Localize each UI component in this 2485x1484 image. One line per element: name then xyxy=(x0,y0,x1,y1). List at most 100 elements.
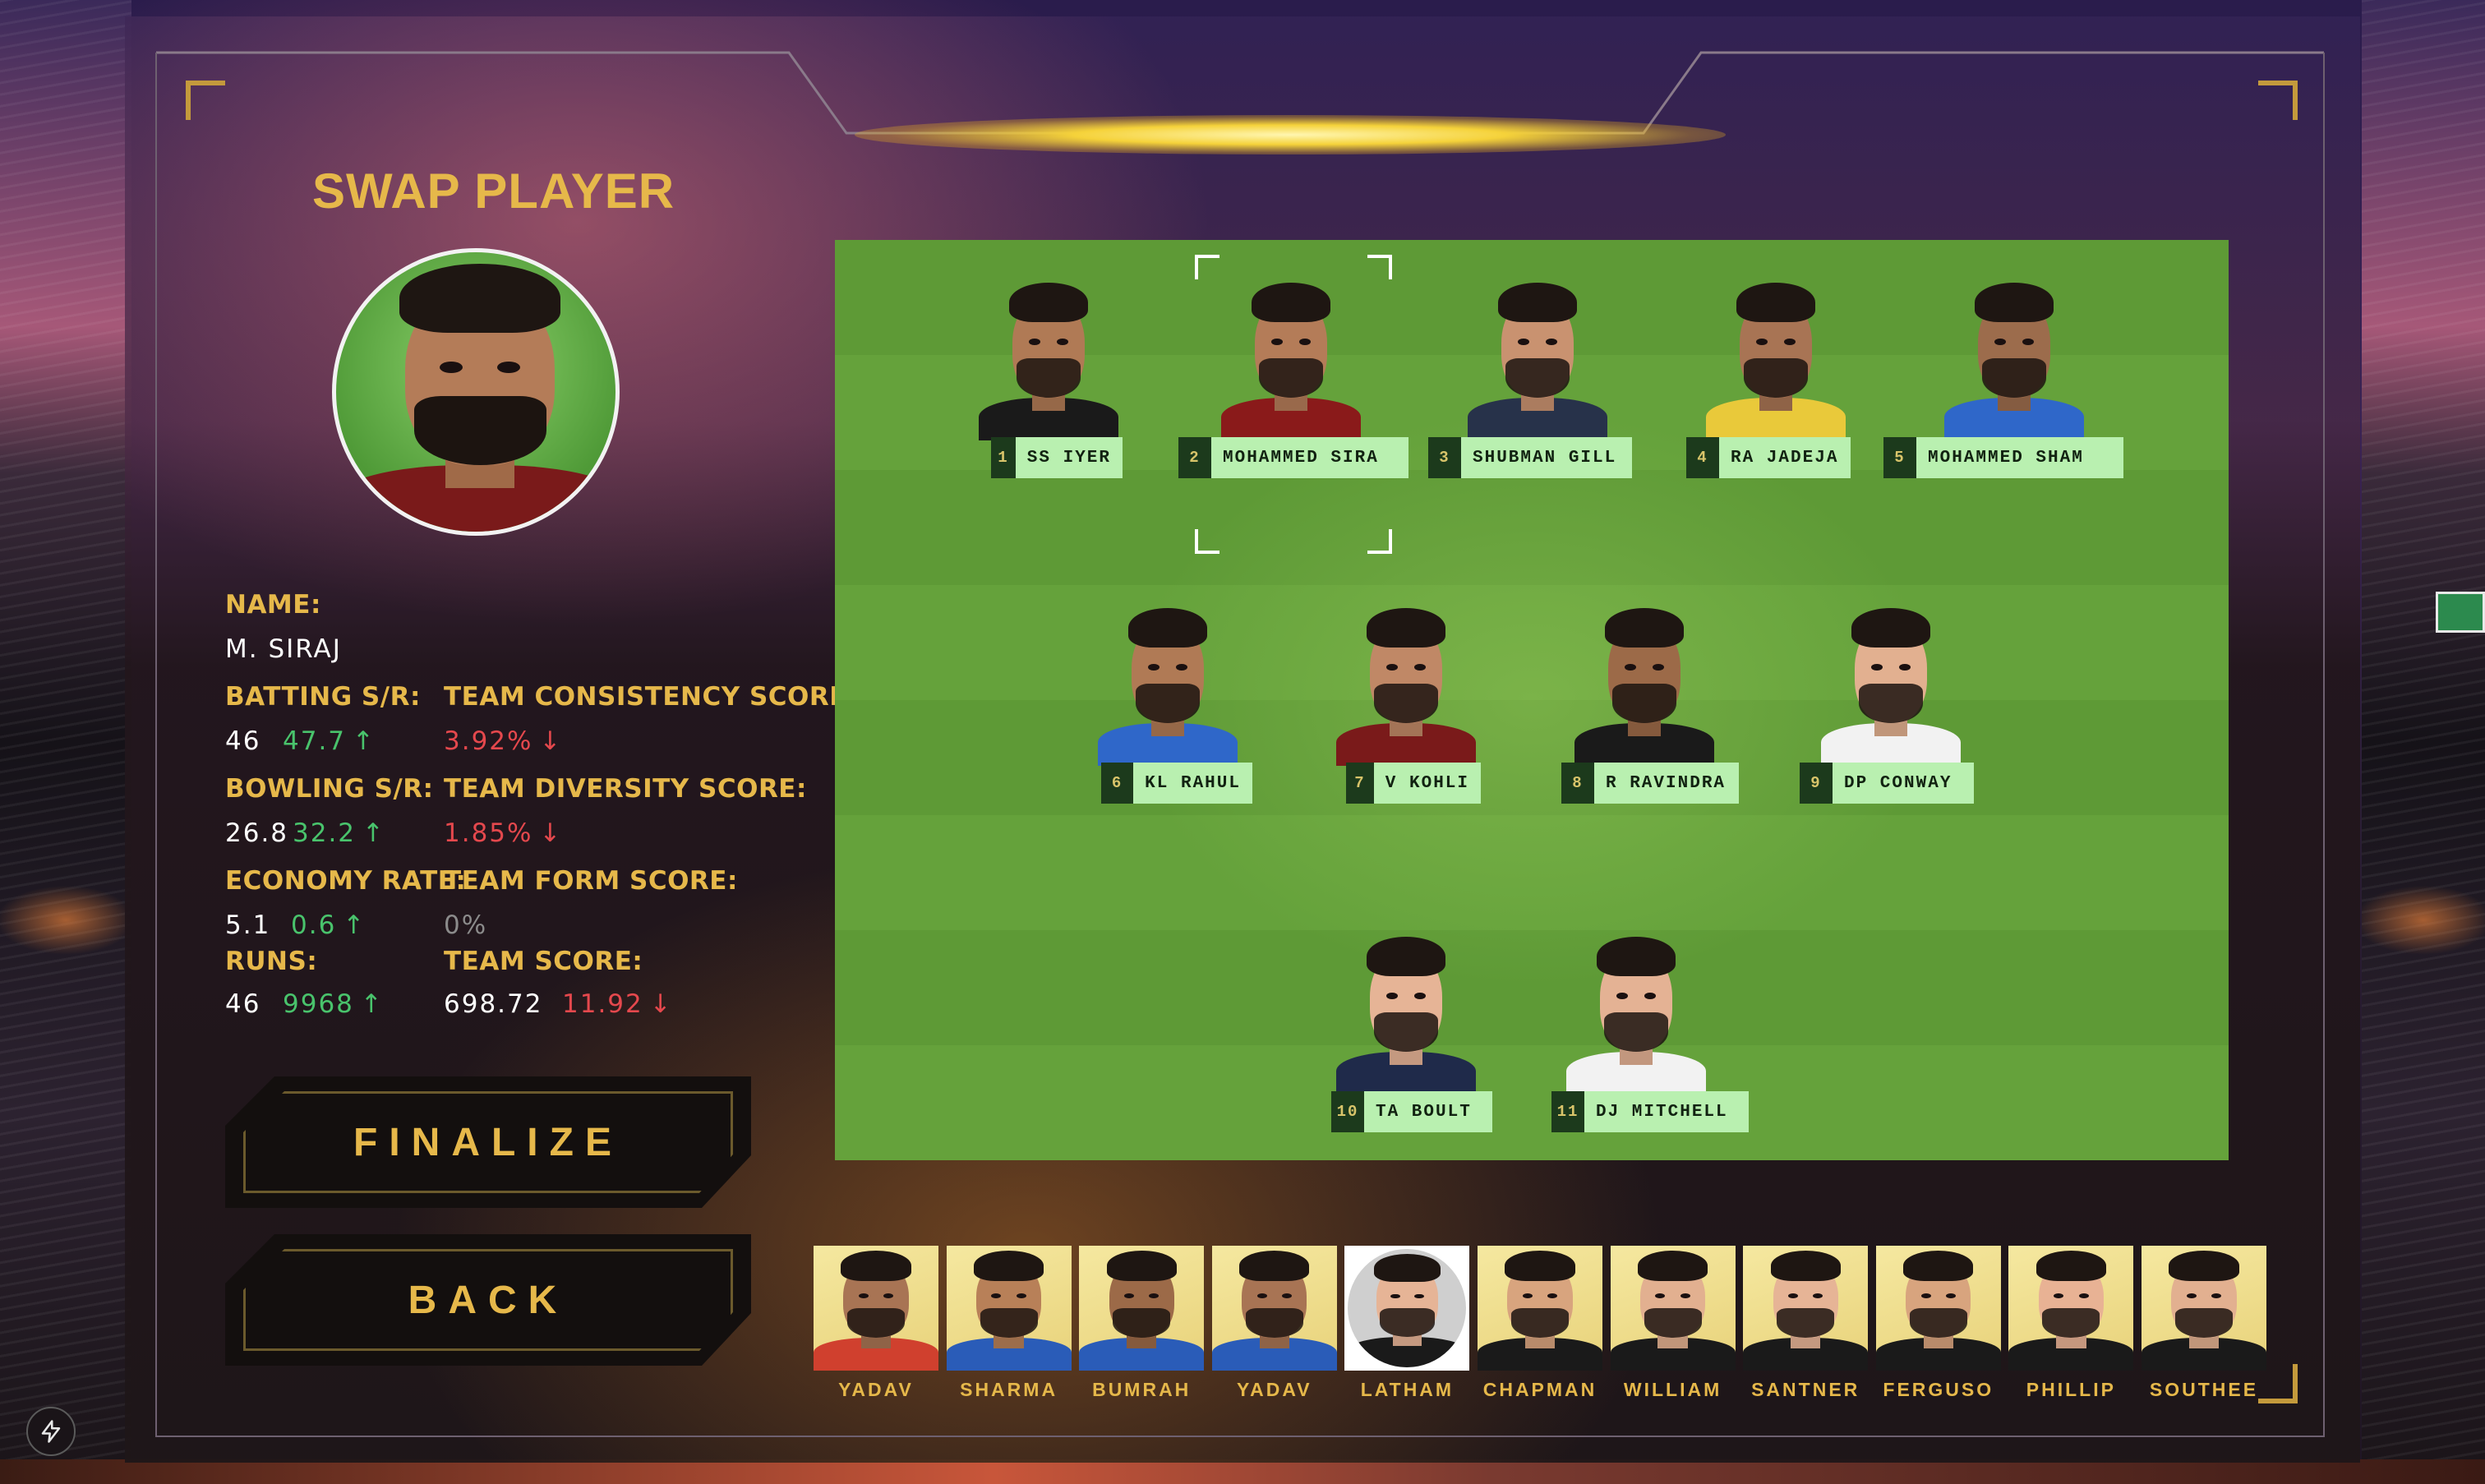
back-button[interactable]: BACK xyxy=(225,1234,751,1366)
player-tag[interactable]: 1 SS IYER xyxy=(991,437,1123,478)
trend-arrow-icon: ↓ xyxy=(539,726,563,756)
bench-player-card[interactable] xyxy=(1079,1246,1205,1371)
bench-player-name: SHARMA xyxy=(960,1379,1058,1400)
player-tag[interactable]: 11 DJ MITCHELL xyxy=(1551,1091,1749,1132)
frame-corner-top-left xyxy=(186,81,225,120)
player-portrait xyxy=(2142,1246,2266,1371)
player-portrait xyxy=(1468,276,1607,440)
player-tag[interactable]: 8R RAVINDRA xyxy=(1561,763,1739,804)
bench-player-name: SOUTHEE xyxy=(2149,1379,2259,1400)
player-name: RA JADEJA xyxy=(1719,437,1851,478)
lightning-bolt-icon[interactable] xyxy=(26,1407,76,1456)
player-portrait xyxy=(979,276,1118,440)
stat-delta-value: 9968 xyxy=(283,989,354,1019)
player-name: SHUBMAN GILL xyxy=(1461,437,1632,478)
bench-player-card[interactable] xyxy=(1875,1246,2001,1371)
stat-label: ECONOMY RATE: xyxy=(225,866,467,896)
player-name: KL RAHUL xyxy=(1133,763,1252,804)
player-tag[interactable]: 10 TA BOULT xyxy=(1331,1091,1492,1132)
frame-corner-top-right xyxy=(2258,81,2298,120)
bench-player-card[interactable] xyxy=(814,1246,938,1371)
finalize-button-label: FINALIZE xyxy=(353,1120,623,1164)
trend-arrow-icon: ↑ xyxy=(360,989,384,1019)
lineup-player-9[interactable] xyxy=(1821,601,1961,766)
stat-delta: 0.6 ↑ xyxy=(291,910,366,940)
trend-arrow-icon: ↓ xyxy=(539,818,563,848)
bench-player-card[interactable] xyxy=(1344,1246,1470,1371)
header-glow xyxy=(855,115,1726,154)
player-tag[interactable]: 3 SHUBMAN GILL xyxy=(1428,437,1632,478)
stat-value: 5.1 xyxy=(225,910,271,940)
stat-delta: 47.7 ↑ xyxy=(283,726,376,756)
player-portrait xyxy=(1079,1246,1205,1371)
player-tag[interactable]: 4 RA JADEJA xyxy=(1686,437,1851,478)
lineup-player-8[interactable] xyxy=(1574,601,1714,766)
lineup-player-4[interactable] xyxy=(1706,276,1846,440)
team-score-delta-value: 11.92 xyxy=(562,989,643,1019)
bench-player-card[interactable] xyxy=(1610,1246,1736,1371)
player-name: R RAVINDRA xyxy=(1594,763,1739,804)
player-tag[interactable]: 9 DP CONWAY xyxy=(1800,763,1974,804)
player-number: 6 xyxy=(1101,763,1134,804)
player-portrait xyxy=(1211,1246,1337,1371)
player-portrait xyxy=(1743,1246,1869,1371)
lineup-player-5[interactable] xyxy=(1944,276,2084,440)
finalize-button[interactable]: FINALIZE xyxy=(225,1076,751,1208)
team-score-label: TEAM FORM SCORE: xyxy=(444,866,738,896)
player-portrait xyxy=(336,252,615,532)
team-score-label: TEAM DIVERSITY SCORE: xyxy=(444,774,807,804)
pitch-lineup: 1 SS IYER 2 MOHAMMED SIRA 3 SHUBMAN GILL 4 RA J… xyxy=(835,240,2229,1160)
selection-corner xyxy=(1195,529,1219,554)
stat-label: RUNS: xyxy=(225,947,318,976)
player-number: 2 xyxy=(1178,437,1211,478)
player-tag[interactable]: 2 MOHAMMED SIRA xyxy=(1178,437,1408,478)
selected-player-avatar xyxy=(332,248,620,536)
player-portrait xyxy=(1574,601,1714,766)
player-name: SS IYER xyxy=(1015,437,1123,478)
team-score-label: TEAM SCORE: xyxy=(444,947,643,976)
player-number: 9 xyxy=(1800,763,1833,804)
trend-arrow-icon: ↑ xyxy=(353,726,376,756)
stat-delta-value: 0.6 xyxy=(291,910,337,940)
player-name: MOHAMMED SHAM xyxy=(1916,437,2123,478)
player-number: 11 xyxy=(1551,1091,1584,1132)
player-portrait xyxy=(1336,601,1476,766)
page-title: SWAP PLAYER xyxy=(312,164,675,219)
player-name: V KOHLI xyxy=(1373,763,1481,804)
lineup-player-3[interactable] xyxy=(1468,276,1607,440)
player-tag[interactable]: 6 KL RAHUL xyxy=(1101,763,1252,804)
bench-player-card[interactable] xyxy=(1211,1246,1337,1371)
team-score-delta: 0% xyxy=(444,910,487,940)
lineup-player-1[interactable] xyxy=(979,276,1118,440)
team-score-value: 698.72 xyxy=(444,989,543,1019)
stat-delta: 32.2 ↑ xyxy=(293,818,385,848)
bench-player-name: YADAV xyxy=(838,1379,914,1400)
bench-player-name: SANTNER xyxy=(1751,1379,1860,1400)
player-portrait xyxy=(1478,1246,1602,1371)
stat-delta-value: 47.7 xyxy=(283,726,347,756)
player-tag[interactable]: 5 MOHAMMED SHAM xyxy=(1883,437,2123,478)
player-name: MOHAMMED SIRA xyxy=(1211,437,1408,478)
lineup-player-10[interactable] xyxy=(1336,930,1476,1095)
stat-label: BATTING S/R: xyxy=(225,682,421,712)
bench-player-card[interactable] xyxy=(1743,1246,1869,1371)
player-number: 4 xyxy=(1686,437,1719,478)
team-score-delta: 1.85% ↓ xyxy=(444,818,562,848)
player-portrait xyxy=(946,1246,1072,1371)
lineup-player-7[interactable] xyxy=(1336,601,1476,766)
lineup-player-11[interactable] xyxy=(1566,930,1706,1095)
player-portrait xyxy=(1221,276,1361,440)
bench-player-card[interactable] xyxy=(946,1246,1072,1371)
trend-arrow-icon: ↑ xyxy=(362,818,386,848)
bench-player-card[interactable] xyxy=(2142,1246,2266,1371)
player-tag[interactable]: 7V KOHLI xyxy=(1346,763,1481,804)
lineup-player-2[interactable] xyxy=(1221,276,1361,440)
lineup-player-6[interactable] xyxy=(1098,601,1238,766)
bench-player-name: CHAPMAN xyxy=(1482,1379,1598,1400)
player-number: 1 xyxy=(991,437,1016,478)
player-portrait xyxy=(1610,1246,1736,1371)
bench-player-card[interactable] xyxy=(1478,1246,1602,1371)
bench-player-card[interactable] xyxy=(2008,1246,2134,1371)
stat-value: 46 xyxy=(225,989,261,1019)
player-portrait xyxy=(1566,930,1706,1095)
